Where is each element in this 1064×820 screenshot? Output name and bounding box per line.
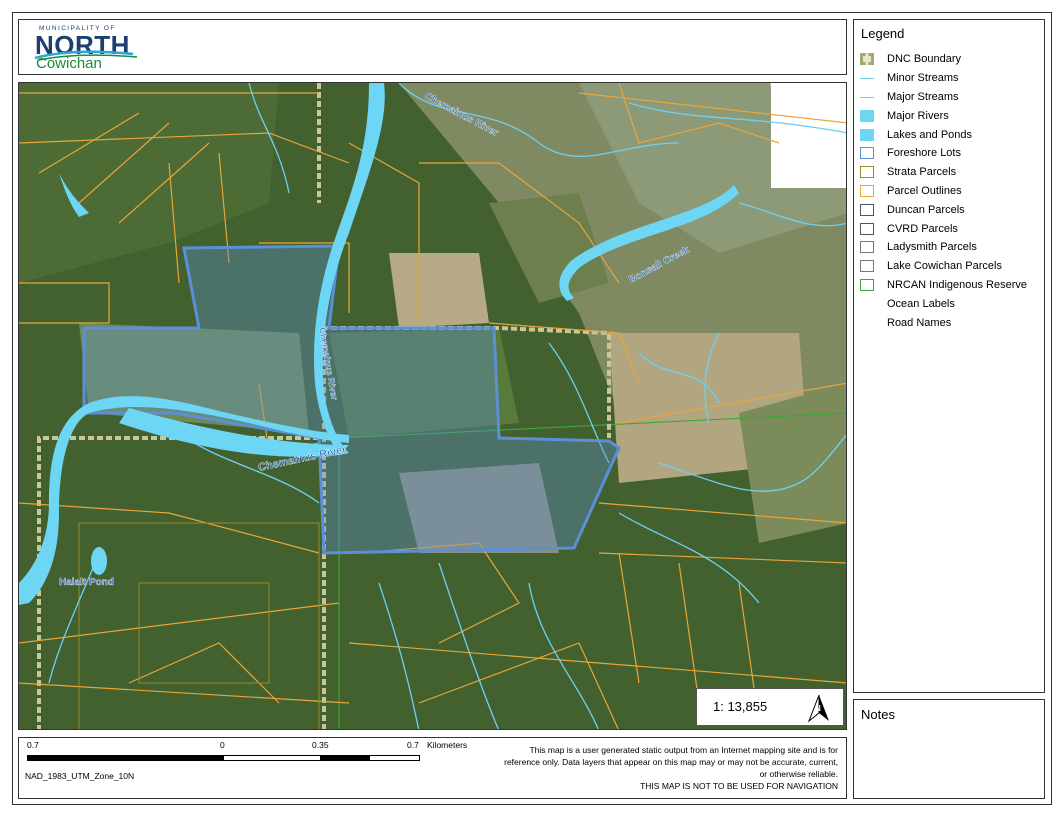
legend-label: Duncan Parcels (887, 203, 965, 216)
legend-label: Lake Cowichan Parcels (887, 260, 1002, 273)
legend-item-ladysmith-parcels: Ladysmith Parcels (860, 238, 1027, 257)
scale-ratio-text: 1: 13,855 (713, 699, 768, 714)
scalebar-segment-3 (320, 755, 370, 761)
projection-text: NAD_1983_UTM_Zone_10N (25, 771, 135, 781)
dashed-boundary-icon (860, 53, 874, 66)
legend-label: Lakes and Ponds (887, 128, 973, 141)
legend-item-duncan-parcels: Duncan Parcels (860, 200, 1027, 219)
disclaimer-text: This map is a user generated static outp… (504, 745, 838, 779)
legend-item-major-rivers: Major Rivers (860, 106, 1027, 125)
scalebar-tick-right: 0.7 (407, 740, 419, 750)
outline-square-icon (860, 241, 874, 254)
legend-label: Major Rivers (887, 109, 949, 122)
legend-item-foreshore-lots: Foreshore Lots (860, 144, 1027, 163)
outline-square-icon (860, 203, 874, 216)
legend-label: Ocean Labels (887, 297, 955, 310)
legend-title: Legend (861, 26, 905, 41)
map-view[interactable]: Chemainus River Chemainus River Bonsall … (18, 82, 847, 730)
line-icon (860, 91, 874, 103)
outline-square-icon (860, 260, 874, 273)
legend-label: CVRD Parcels (887, 222, 958, 235)
map-footer: 0.7 0 0.35 0.7 Kilometers NAD_1983_UTM_Z… (18, 737, 847, 799)
legend-item-strata-parcels: Strata Parcels (860, 163, 1027, 182)
legend-label: NRCAN Indigenous Reserve (887, 278, 1028, 291)
legend-item-ocean-labels: Ocean Labels (860, 294, 1027, 313)
legend-list: DNC Boundary Minor Streams Major Streams… (860, 50, 1027, 332)
filled-square-icon (860, 109, 874, 122)
scalebar-tick-left: 0.7 (27, 740, 39, 750)
notes-title: Notes (861, 707, 895, 722)
legend-label: Parcel Outlines (887, 184, 962, 197)
empty-swatch-icon (860, 317, 874, 329)
logo-header: MUNICIPALITY OF NORTH Cowichan (18, 19, 847, 75)
scalebar-segment-2 (223, 755, 321, 761)
disclaimer: This map is a user generated static outp… (498, 744, 838, 792)
outline-square-icon (860, 184, 874, 197)
legend-label: Foreshore Lots (887, 147, 961, 160)
scalebar-segment-1 (27, 755, 224, 761)
scalebar-tick-mid: 0.35 (312, 740, 329, 750)
legend-panel: Legend DNC Boundary Minor Streams Major … (853, 19, 1045, 693)
legend-item-road-names: Road Names (860, 313, 1027, 332)
farm-field-center (389, 253, 489, 328)
navigation-warning: THIS MAP IS NOT TO BE USED FOR NAVIGATIO… (640, 781, 838, 791)
scalebar-segment-4 (369, 755, 420, 761)
outline-square-icon (860, 222, 874, 235)
outline-square-icon (860, 147, 874, 160)
logo-name-secondary: Cowichan (36, 55, 102, 72)
scalebar-unit: Kilometers (427, 740, 468, 750)
filled-square-icon (860, 128, 874, 141)
scalebar-tick-zero: 0 (220, 740, 225, 750)
svg-text:N: N (815, 704, 821, 713)
legend-item-lake-cowichan-parcels: Lake Cowichan Parcels (860, 257, 1027, 276)
legend-label: Ladysmith Parcels (887, 241, 977, 254)
north-arrow-icon: N (807, 694, 829, 723)
legend-label: Road Names (887, 316, 952, 329)
legend-item-dnc-boundary: DNC Boundary (860, 50, 1027, 69)
legend-label: Strata Parcels (887, 166, 957, 179)
notes-panel: Notes (853, 699, 1045, 799)
thin-line-icon (860, 72, 874, 84)
scale-ratio-box: 1: 13,855 N (696, 688, 844, 726)
outline-square-icon (860, 278, 874, 291)
outside-area (771, 83, 846, 188)
halalt-pond (91, 547, 107, 575)
empty-swatch-icon (860, 298, 874, 310)
outline-square-icon (860, 166, 874, 179)
legend-label: Minor Streams (887, 72, 959, 85)
legend-item-minor-streams: Minor Streams (860, 69, 1027, 88)
legend-label: Major Streams (887, 90, 959, 103)
legend-item-major-streams: Major Streams (860, 88, 1027, 107)
map-canvas[interactable]: Chemainus River Chemainus River Bonsall … (19, 83, 847, 730)
legend-item-lakes-ponds: Lakes and Ponds (860, 125, 1027, 144)
legend-item-parcel-outlines: Parcel Outlines (860, 182, 1027, 201)
label-halalt-pond: Halalt Pond (59, 577, 114, 588)
legend-label: DNC Boundary (887, 53, 961, 66)
legend-item-cvrd-parcels: CVRD Parcels (860, 219, 1027, 238)
legend-item-nrcan-indigenous-reserve: NRCAN Indigenous Reserve (860, 276, 1027, 295)
